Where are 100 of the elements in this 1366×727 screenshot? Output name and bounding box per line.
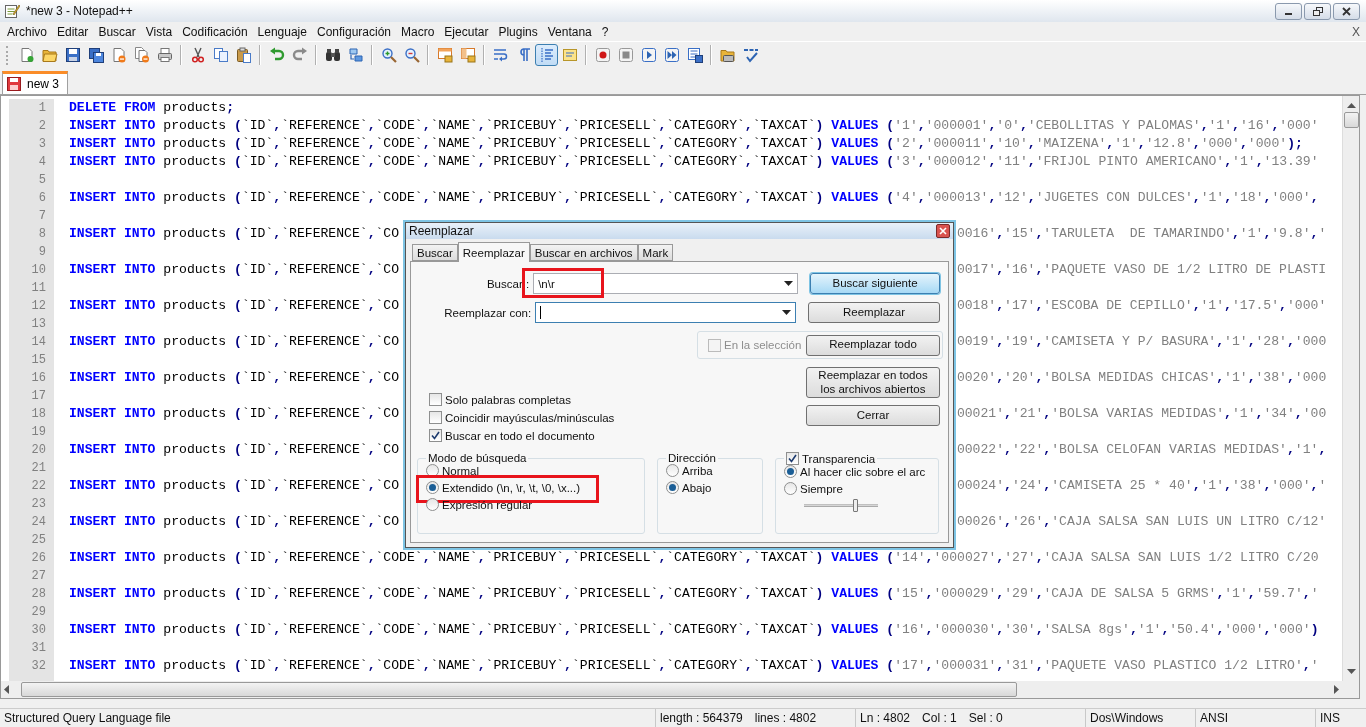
code-text: INSERT INTO products (`ID`,`REFERENCE`,`CO bbox=[69, 405, 400, 423]
menu-item[interactable]: Ejecutar bbox=[439, 24, 494, 39]
code-text: INSERT INTO products (`ID`,`REFERENCE`,`CODE`,`NAME`,`PRICEBUY`,`PRICESELL`,`CATEGORY`,`TAXCAT`) VALUES ('17','000031','31','PAQUETE VASO PLASTICO 1/2 LITRO',' bbox=[69, 657, 1319, 675]
line-number: 5 bbox=[9, 171, 54, 189]
document-map-icon bbox=[561, 47, 578, 63]
line-number: 19 bbox=[9, 423, 54, 441]
menu-item[interactable]: Ventana bbox=[542, 24, 597, 39]
scrollbar-thumb[interactable] bbox=[1343, 112, 1359, 128]
menu-item[interactable]: Lenguaje bbox=[252, 24, 312, 39]
menu-item[interactable]: Buscar bbox=[93, 24, 141, 39]
floppy-disks-icon bbox=[87, 47, 104, 63]
minimize-button[interactable] bbox=[1275, 2, 1302, 20]
code-text: INSERT INTO products (`ID`,`REFERENCE`,`CO bbox=[69, 513, 400, 531]
checkmark-icon bbox=[788, 454, 797, 463]
line-number: 25 bbox=[9, 531, 54, 549]
code-text: INSERT INTO products (`ID`,`REFERENCE`,`CODE`,`NAME`,`PRICEBUY`,`PRICESELL`,`CATEGORY`,`TAXCAT`) VALUES ('4','000013','12','JUGETES CON DULCES','1','18','000', bbox=[69, 189, 1319, 207]
close-dialog-button[interactable]: Cerrar bbox=[806, 405, 940, 426]
window-lock-icon bbox=[436, 47, 453, 63]
radio-button[interactable]: Arriba bbox=[666, 464, 713, 477]
field-value: \n\r bbox=[538, 277, 556, 290]
record-icon bbox=[594, 47, 611, 63]
document-tab[interactable]: new 3 bbox=[2, 71, 69, 94]
line-number: 30 bbox=[9, 621, 54, 639]
replace-all-button[interactable]: Reemplazar todo bbox=[806, 334, 940, 356]
dialog-title: Reemplazar bbox=[409, 224, 474, 238]
code-text: 0019','19','CAMISETA Y P/ BASURA','1','28','000 bbox=[956, 333, 1327, 351]
menu-item[interactable]: Archivo bbox=[2, 24, 52, 39]
line-number: 22 bbox=[9, 477, 54, 495]
close-icon bbox=[1342, 6, 1351, 16]
radio-button[interactable]: Normal bbox=[426, 464, 480, 477]
close-button[interactable] bbox=[936, 224, 950, 238]
code-text: INSERT INTO products (`ID`,`REFERENCE`,`CODE`,`NAME`,`PRICEBUY`,`PRICESELL`,`CATEGORY`,`TAXCAT`) VALUES ('15','000029','29','CAJA DE SALSA 5 GRMS','1','59.7',' bbox=[69, 585, 1319, 603]
notepad-icon bbox=[4, 3, 20, 19]
replace-field[interactable] bbox=[535, 302, 796, 323]
fast-forward-icon bbox=[663, 47, 680, 63]
menu-item[interactable]: Configuración bbox=[311, 24, 396, 39]
horizontal-scrollbar[interactable] bbox=[1, 681, 1342, 698]
status-text: lines : 4802 bbox=[754, 711, 817, 725]
radio-button[interactable]: Al hacer clic sobre el arc bbox=[784, 465, 926, 478]
status-text: ANSI bbox=[1200, 711, 1228, 725]
stop-icon bbox=[617, 47, 634, 63]
checkbox[interactable]: Buscar en todo el documento bbox=[429, 429, 615, 442]
radio-button[interactable]: Siempre bbox=[784, 482, 843, 495]
checkbox[interactable]: Transparencia bbox=[786, 452, 876, 465]
indent-guide-icon bbox=[538, 47, 555, 63]
code-text: INSERT INTO products (`ID`,`REFERENCE`,`CODE`,`NAME`,`PRICEBUY`,`PRICESELL`,`CATEGORY`,`TAXCAT`) VALUES ('1','000001','0','CEBOLLITAS Y PALOMAS','1','16','000' bbox=[69, 117, 1319, 135]
line-number: 13 bbox=[9, 315, 54, 333]
dialog-tab[interactable]: Buscar bbox=[412, 244, 458, 261]
menu-item[interactable]: Editar bbox=[52, 24, 94, 39]
spell-check-icon bbox=[742, 47, 759, 63]
menu-item[interactable]: Codificación bbox=[177, 24, 253, 39]
code-text: 0018','17','ESCOBA DE CEPILLO','1','17.5','000' bbox=[956, 297, 1327, 315]
line-number: 28 bbox=[9, 585, 54, 603]
line-number: 32 bbox=[9, 657, 54, 675]
code-text: INSERT INTO products (`ID`,`REFERENCE`,`CO bbox=[69, 369, 400, 387]
line-number: 7 bbox=[9, 207, 54, 225]
line-number: 27 bbox=[9, 567, 54, 585]
group-title: Dirección bbox=[667, 452, 717, 464]
window-lock-icon bbox=[459, 47, 476, 63]
line-number: 14 bbox=[9, 333, 54, 351]
line-number: 29 bbox=[9, 603, 54, 621]
radio-button[interactable]: Extendido (\n, \r, \t, \0, \x...) bbox=[426, 481, 581, 494]
play-icon bbox=[640, 47, 657, 63]
checkbox[interactable]: Solo palabras completas bbox=[429, 393, 615, 406]
status-text: length : 564379 bbox=[660, 711, 743, 725]
menu-item[interactable]: Plugins bbox=[493, 24, 543, 39]
line-number: 9 bbox=[9, 243, 54, 261]
close-button[interactable] bbox=[1333, 2, 1360, 20]
dialog-tab[interactable]: Buscar en archivos bbox=[529, 244, 638, 261]
menu-item[interactable]: Vista bbox=[140, 24, 178, 39]
clipboard-icon bbox=[235, 47, 252, 63]
word-wrap-icon bbox=[492, 47, 509, 63]
replace-in-all-files-button[interactable]: Reemplazar en todos los archivos abiertos bbox=[806, 367, 940, 398]
line-number: 1 bbox=[9, 99, 54, 117]
maximize-button[interactable] bbox=[1304, 2, 1331, 20]
dialog-tab[interactable]: Reemplazar bbox=[457, 242, 530, 262]
line-number: 11 bbox=[9, 279, 54, 297]
replace-button[interactable]: Reemplazar bbox=[808, 302, 940, 323]
dialog-tab[interactable]: Mark bbox=[637, 244, 674, 261]
checkbox[interactable]: Coincidir mayúsculas/minúsculas bbox=[429, 411, 615, 424]
code-text: INSERT INTO products (`ID`,`REFERENCE`,`CO bbox=[69, 477, 400, 495]
find-field[interactable]: \n\r bbox=[533, 273, 799, 294]
menu-item[interactable]: Macro bbox=[396, 24, 440, 39]
menu-item[interactable]: ? bbox=[596, 24, 614, 39]
vertical-scrollbar[interactable] bbox=[1342, 96, 1359, 681]
zoom-in-icon bbox=[380, 47, 397, 63]
left-arrow-icon bbox=[3, 685, 9, 694]
restore-icon bbox=[1312, 6, 1323, 16]
dropdown-arrow-icon bbox=[782, 310, 791, 315]
line-number: 12 bbox=[9, 297, 54, 315]
zoom-out-icon bbox=[403, 47, 420, 63]
slider-thumb[interactable] bbox=[852, 499, 858, 512]
find-next-button[interactable]: Buscar siguiente bbox=[810, 273, 940, 294]
radio-button[interactable]: Abajo bbox=[666, 481, 712, 494]
scrollbar-thumb[interactable] bbox=[21, 682, 1017, 697]
close-document-button[interactable]: X bbox=[1348, 24, 1364, 39]
status-text: Ln : 4802 bbox=[860, 711, 911, 725]
code-text: INSERT INTO products (`ID`,`REFERENCE`,`CO bbox=[69, 333, 400, 351]
line-number: 18 bbox=[9, 405, 54, 423]
close-icon bbox=[939, 227, 947, 235]
